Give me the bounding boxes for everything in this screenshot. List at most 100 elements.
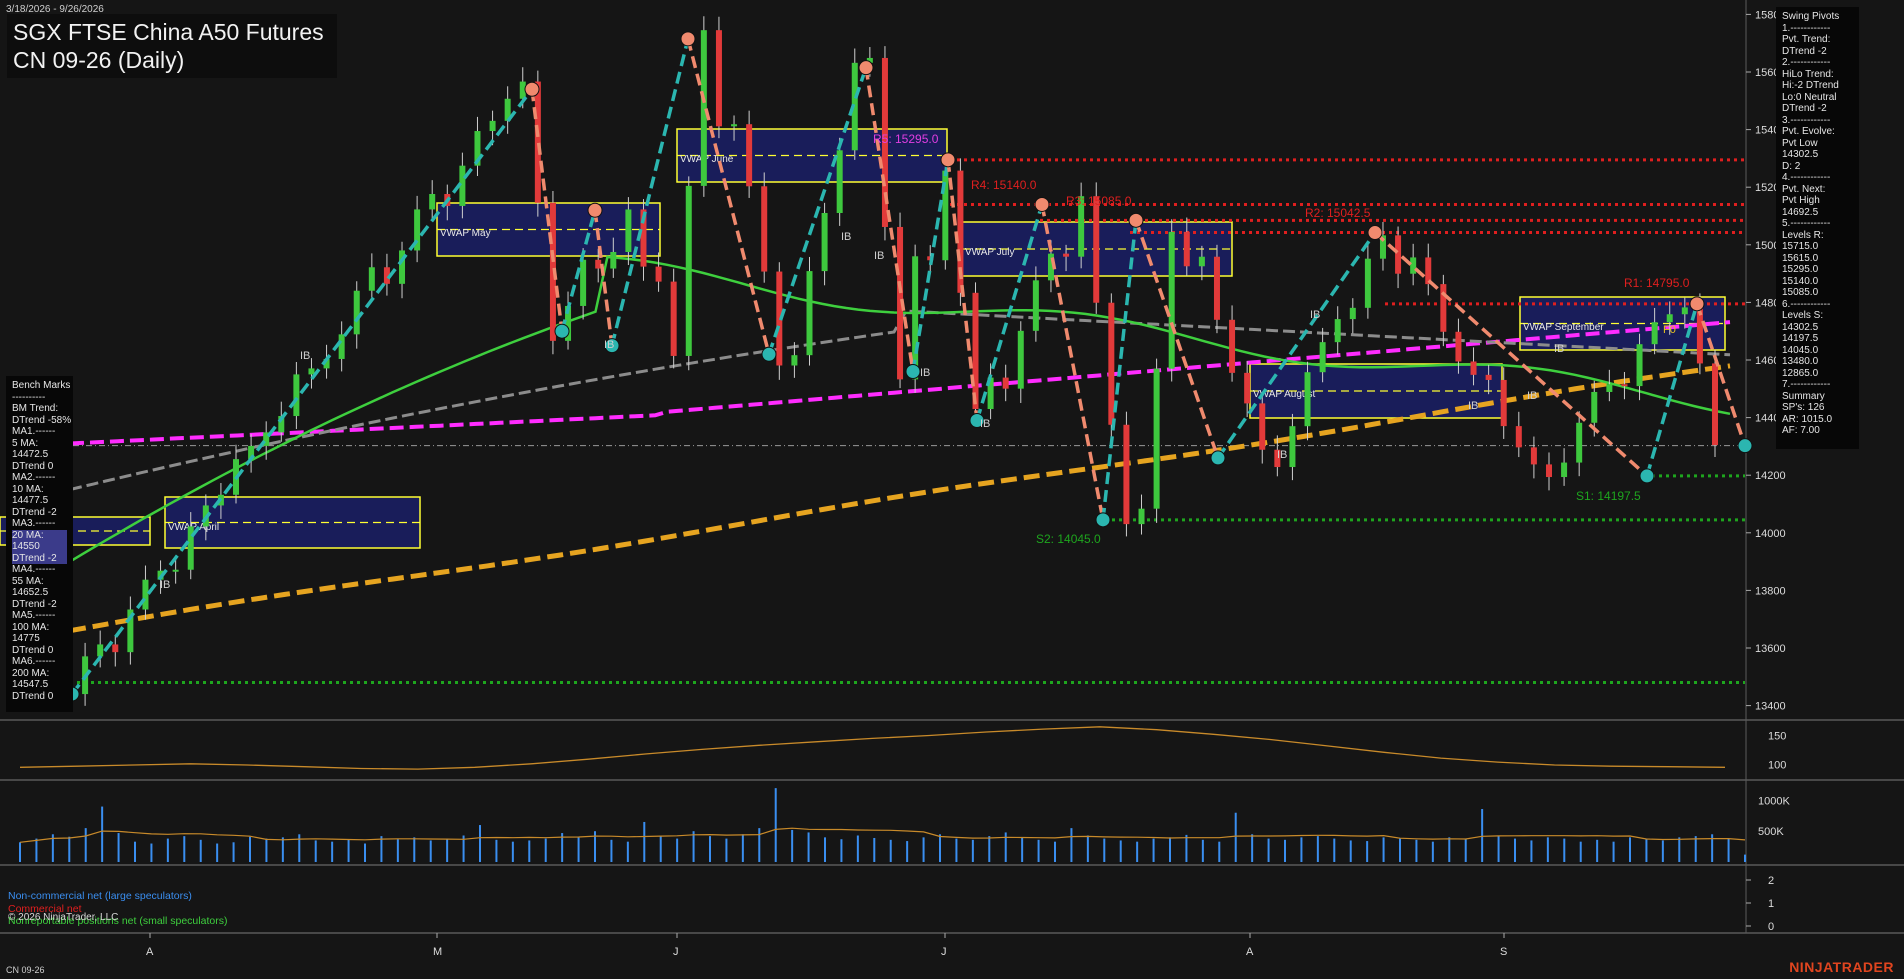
price-chart[interactable]: VWAP AprilVWAP MayVWAP JuneVWAP JulyVWAP… [0,0,1904,979]
ib-label: IB [1554,343,1564,355]
candle-down [1259,403,1266,450]
candle-up [1032,280,1039,331]
candle-down [1455,331,1462,362]
bench-marks-row: MA1.------ [12,426,56,437]
bench-marks-row: 14472.5 [12,449,49,460]
bench-marks-row: 200 MA: [12,667,50,679]
candle-down [1530,447,1537,465]
swing-pivots-row: DTrend -2 [1782,45,1827,57]
candle-down [1545,464,1552,478]
candle-up [821,212,828,272]
candle-up [1651,322,1658,345]
candle-up [1319,342,1326,373]
candle-up [172,569,179,572]
candle-down [972,292,979,410]
vwap-box-label: VWAP June [680,154,734,165]
bench-marks-row: 100 MA: [12,621,50,633]
candle-up [1576,422,1583,463]
r3-label: R3: 15085.0 [1066,194,1132,208]
bench-marks-row: MA5.------ [12,610,56,621]
candle-up [700,30,707,186]
swing-low-marker [1095,512,1111,528]
swing-high-marker [1689,296,1705,312]
copyright: © 2026 NinjaTrader, LLC [8,912,119,923]
swing-pivots-row: 2.------------ [1782,57,1831,68]
candle-up [1168,231,1175,369]
cot-tick-label: 0 [1768,921,1774,933]
candle-down [1093,196,1100,303]
bench-marks-row: DTrend -2 [12,598,57,610]
candle-up [353,290,360,335]
candle-up [1017,330,1024,389]
swing-pivots-row: Pvt. Evolve: [1782,126,1835,137]
candle-down [1500,379,1507,427]
candle-up [97,644,104,657]
candle-up [1304,372,1311,427]
swing-pivots-row: 15615.0 [1782,252,1819,264]
footer-symbol: CN 09-26 [6,965,45,975]
swing-pivots-row: 14692.5 [1782,206,1819,218]
candle-down [655,266,662,282]
swing-down-leg [1373,231,1649,478]
swing-pivots-row: 6.------------ [1782,298,1831,310]
ib-label: IB [1527,390,1537,402]
swing-pivots-row: Swing Pivots [1782,11,1840,22]
swing-pivots-row: 4.------------ [1782,172,1831,183]
candle-up [1198,256,1205,267]
swing-pivots-row: 14197.5 [1782,333,1819,344]
candle-up [731,124,738,127]
date-tick-label: S [1500,946,1507,958]
ninjatrader-logo: NINJATRADER [1789,959,1894,975]
fo-label: F0 [1663,324,1676,336]
candle-down [715,30,722,127]
swing-high-marker [680,31,696,47]
swing-high-marker [1128,212,1144,228]
ib-label: IB [841,231,851,243]
candle-up [1606,384,1613,392]
ib-label: IB [1310,309,1320,321]
swing-pivots-row: Pvt. Next: [1782,183,1826,195]
swing-pivots-row: D: 2 [1782,160,1801,172]
candle-up [625,209,632,252]
swing-pivots-panel: Swing Pivots 1.------------ Pvt. Trend: DTr… [1776,7,1859,449]
bench-marks-row: DTrend -58% [12,414,72,426]
swing-high-marker [1367,225,1383,241]
swing-low-marker [1639,468,1655,484]
swing-pivots-row: 1.------------ [1782,22,1831,34]
swing-up-leg [1216,231,1377,459]
swing-pivots-row: 15140.0 [1782,275,1819,287]
candle-up [610,251,617,269]
candle-up [1138,508,1145,525]
bench-marks-row: DTrend 0 [12,460,54,472]
swing-pivots-row: HiLo Trend: [1782,68,1834,80]
swing-pivots-row: 15085.0 [1782,287,1819,298]
candle-down [1213,256,1220,320]
noncommercial-legend: Non-commercial net (large speculators) [8,890,192,902]
swing-low-marker [554,323,570,339]
swing-low-marker [905,364,921,380]
candle-down [1485,374,1492,380]
candle-up [1349,307,1356,320]
price-tick-label: 14000 [1755,528,1786,540]
candle-up [791,355,798,366]
r5-label: R5: 15295.0 [873,132,939,146]
swing-down-leg [864,67,915,372]
bench-marks-row: 55 MA: [12,575,44,587]
s1-label: S1: 14197.5 [1576,489,1641,503]
candle-down [670,281,677,356]
candle-up [806,271,813,356]
candle-up [1153,368,1160,509]
swing-pivots-row: DTrend -2 [1782,103,1827,114]
ib-label: IB [980,418,990,430]
candle-down [1108,302,1115,425]
bench-marks-row: DTrend -2 [12,506,57,518]
bench-marks-row: DTrend 0 [12,644,54,656]
candle-down [1395,235,1402,274]
candle-up [1289,426,1296,468]
volume-tick-label: 500K [1758,826,1784,838]
swing-high-marker [940,152,956,168]
candle-down [1696,307,1703,364]
swing-high-marker [858,60,874,76]
swing-pivots-row: Levels S: [1782,310,1824,321]
swing-low-marker [1210,450,1226,466]
